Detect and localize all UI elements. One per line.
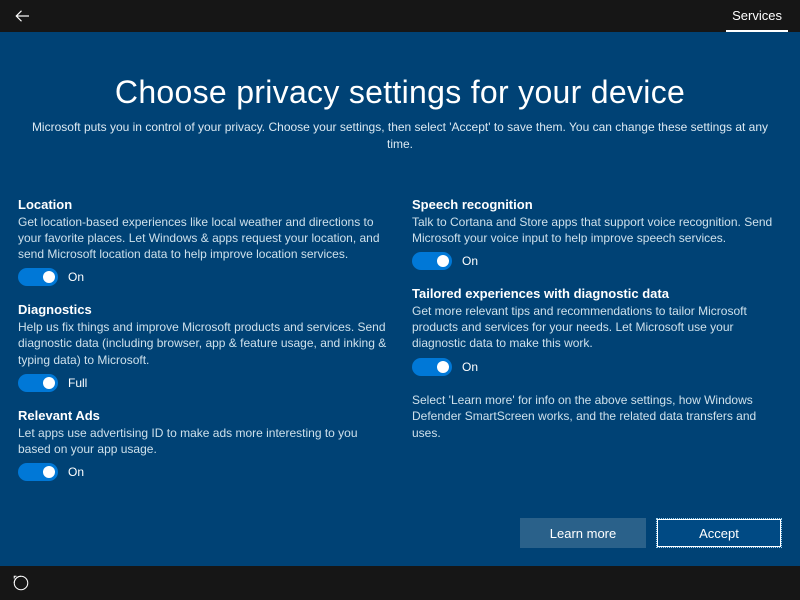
- ease-of-access-icon[interactable]: [12, 574, 30, 592]
- setting-diagnostics-toggle-row: Full: [18, 374, 388, 392]
- top-bar: Services: [0, 0, 800, 32]
- setting-speech-title: Speech recognition: [412, 197, 782, 212]
- setting-location-toggle-row: On: [18, 268, 388, 286]
- learn-more-button[interactable]: Learn more: [520, 518, 646, 548]
- setting-location-desc: Get location-based experiences like loca…: [18, 214, 388, 263]
- main-content: Choose privacy settings for your device …: [0, 32, 800, 497]
- accept-button-label: Accept: [699, 526, 739, 541]
- settings-grid: Location Get location-based experiences …: [16, 197, 784, 498]
- learn-more-info-text: Select 'Learn more' for info on the abov…: [412, 392, 782, 442]
- diagnostics-toggle-label: Full: [68, 376, 87, 390]
- tab-services-label: Services: [732, 8, 782, 23]
- page-subtitle: Microsoft puts you in control of your pr…: [30, 119, 770, 153]
- setting-relevant-ads-title: Relevant Ads: [18, 408, 388, 423]
- left-column: Location Get location-based experiences …: [18, 197, 388, 498]
- diagnostics-toggle[interactable]: [18, 374, 58, 392]
- bottom-bar: [0, 566, 800, 600]
- setting-location: Location Get location-based experiences …: [18, 197, 388, 287]
- relevant-ads-toggle-label: On: [68, 465, 84, 479]
- speech-toggle[interactable]: [412, 252, 452, 270]
- setting-speech: Speech recognition Talk to Cortana and S…: [412, 197, 782, 270]
- setting-tailored-toggle-row: On: [412, 358, 782, 376]
- learn-more-button-label: Learn more: [550, 526, 616, 541]
- setting-tailored-desc: Get more relevant tips and recommendatio…: [412, 303, 782, 352]
- back-arrow-icon[interactable]: [14, 7, 32, 25]
- location-toggle-label: On: [68, 270, 84, 284]
- tailored-toggle[interactable]: [412, 358, 452, 376]
- setting-speech-toggle-row: On: [412, 252, 782, 270]
- speech-toggle-label: On: [462, 254, 478, 268]
- right-column: Speech recognition Talk to Cortana and S…: [412, 197, 782, 498]
- setting-relevant-ads: Relevant Ads Let apps use advertising ID…: [18, 408, 388, 481]
- setting-relevant-ads-desc: Let apps use advertising ID to make ads …: [18, 425, 388, 457]
- setting-diagnostics: Diagnostics Help us fix things and impro…: [18, 302, 388, 392]
- footer-buttons: Learn more Accept: [520, 518, 782, 548]
- relevant-ads-toggle[interactable]: [18, 463, 58, 481]
- setting-diagnostics-desc: Help us fix things and improve Microsoft…: [18, 319, 388, 368]
- setting-tailored: Tailored experiences with diagnostic dat…: [412, 286, 782, 376]
- tab-services[interactable]: Services: [726, 0, 788, 32]
- tailored-toggle-label: On: [462, 360, 478, 374]
- setting-location-title: Location: [18, 197, 388, 212]
- setting-relevant-ads-toggle-row: On: [18, 463, 388, 481]
- setting-speech-desc: Talk to Cortana and Store apps that supp…: [412, 214, 782, 246]
- accept-button[interactable]: Accept: [656, 518, 782, 548]
- setting-tailored-title: Tailored experiences with diagnostic dat…: [412, 286, 782, 301]
- location-toggle[interactable]: [18, 268, 58, 286]
- page-title: Choose privacy settings for your device: [16, 74, 784, 111]
- setting-diagnostics-title: Diagnostics: [18, 302, 388, 317]
